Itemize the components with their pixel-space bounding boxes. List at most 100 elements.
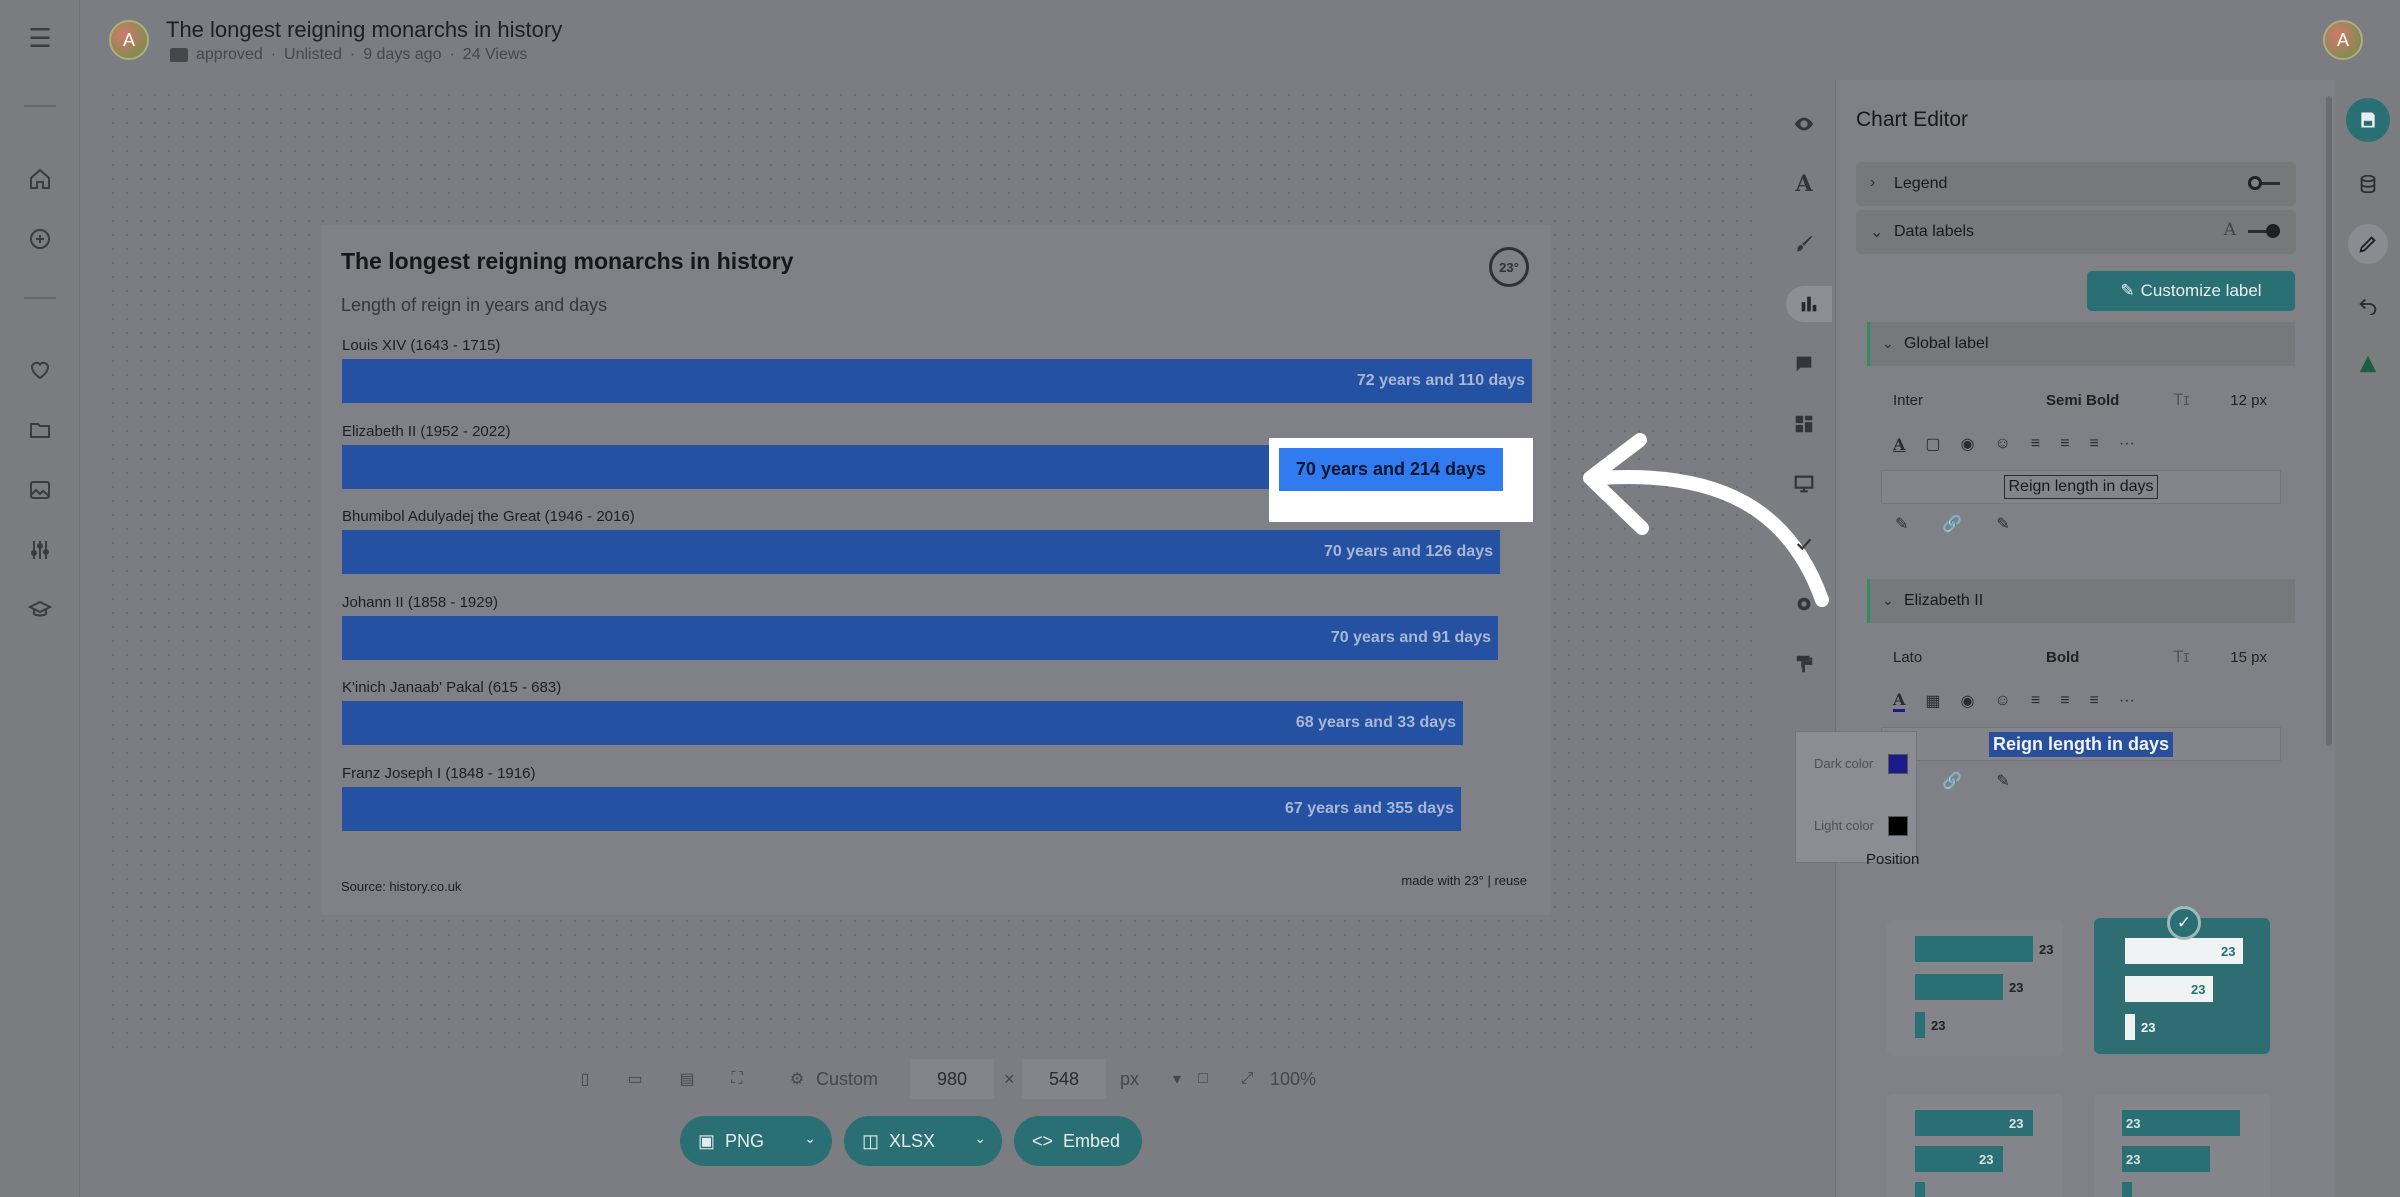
position-option-outside[interactable]: 23 23 23: [1887, 920, 2063, 1056]
align-center-icon[interactable]: ≡: [2060, 692, 2069, 710]
height-input[interactable]: 548: [1022, 1059, 1106, 1099]
more-icon[interactable]: ···: [2119, 435, 2135, 453]
emoji-icon[interactable]: ☺: [1995, 692, 2011, 710]
more-icon[interactable]: ···: [2119, 692, 2135, 710]
image-icon[interactable]: [22, 472, 58, 508]
sliders-icon[interactable]: [22, 532, 58, 568]
text-color-icon[interactable]: A: [1893, 690, 1906, 712]
bar-value-label[interactable]: 70 years and 91 days: [1331, 616, 1491, 660]
font-family-select[interactable]: Inter: [1893, 392, 1923, 409]
align-right-icon[interactable]: ≡: [2090, 692, 2099, 710]
eye-icon[interactable]: [1786, 106, 1822, 142]
heart-icon[interactable]: [22, 352, 58, 388]
font-size-input[interactable]: 15 px: [2230, 649, 2267, 666]
bar-value-label[interactable]: 67 years and 355 days: [1285, 787, 1454, 831]
bar[interactable]: 68 years and 33 days: [342, 701, 1463, 745]
align-right-icon[interactable]: ≡: [2090, 435, 2099, 453]
dark-color-swatch[interactable]: [1888, 754, 1908, 774]
bar-chart-icon[interactable]: [1786, 286, 1832, 322]
elizabeth-label-input[interactable]: Reign length in days: [1881, 727, 2281, 761]
edit-icon[interactable]: ✎: [1996, 514, 2009, 534]
gear-icon[interactable]: ⚙: [786, 1068, 808, 1090]
bar[interactable]: 70 years and 126 days: [342, 530, 1500, 574]
edit-icon[interactable]: ✎: [1996, 771, 2009, 791]
database-icon[interactable]: [2348, 164, 2388, 204]
chevron-down-icon[interactable]: ▾: [1166, 1068, 1188, 1090]
global-label-section[interactable]: ⌄ Global label: [1867, 322, 2295, 366]
bar[interactable]: 70 years and 91 days: [342, 615, 1498, 660]
font-size-input[interactable]: 12 px: [2230, 392, 2267, 409]
highlighted-data-label[interactable]: 70 years and 214 days: [1279, 448, 1503, 491]
user-avatar[interactable]: A: [2323, 20, 2363, 60]
legend-toggle[interactable]: [2248, 176, 2280, 190]
image-edit-icon[interactable]: ✎: [1895, 514, 1908, 534]
plus-circle-icon[interactable]: [22, 221, 58, 257]
position-option-inside-start[interactable]: 23 23: [2094, 1094, 2270, 1197]
chart-card[interactable]: The longest reigning monarchs in history…: [321, 225, 1551, 915]
bar[interactable]: 72 years and 110 days: [342, 359, 1532, 403]
author-avatar[interactable]: A: [109, 20, 149, 60]
preset-select[interactable]: Custom: [816, 1069, 878, 1090]
tablet-size-icon[interactable]: ▭: [624, 1068, 646, 1090]
outline-icon[interactable]: ◉: [1961, 691, 1975, 711]
link-icon[interactable]: 🔗: [1942, 771, 1962, 791]
bar-value-label[interactable]: 68 years and 33 days: [1296, 701, 1456, 745]
background-color-icon[interactable]: ▢: [1925, 434, 1940, 454]
zoom-level[interactable]: 100%: [1270, 1069, 1316, 1090]
align-left-icon[interactable]: ≡: [2031, 435, 2040, 453]
lock-ratio-icon[interactable]: □: [1192, 1068, 1214, 1090]
bar-value-label[interactable]: 72 years and 110 days: [1357, 359, 1525, 403]
export-xlsx-button[interactable]: ◫ XLSX ⌄: [844, 1116, 1002, 1166]
comment-icon[interactable]: [1786, 346, 1822, 382]
check-icon[interactable]: [1786, 526, 1822, 562]
font-family-select[interactable]: Lato: [1893, 649, 1922, 666]
text-color-icon[interactable]: A: [1893, 435, 1905, 454]
customize-label-button[interactable]: ✎ Customize label: [2087, 271, 2295, 311]
gear-icon[interactable]: [1786, 586, 1822, 622]
font-settings-icon[interactable]: A: [2224, 220, 2236, 240]
phone-size-icon[interactable]: ▯: [574, 1068, 596, 1090]
emoji-icon[interactable]: ☺: [1995, 435, 2011, 453]
label-token[interactable]: Reign length in days: [2003, 475, 2159, 499]
light-color-row[interactable]: Light color: [1796, 814, 1918, 838]
bar[interactable]: 67 years and 355 days: [342, 786, 1461, 831]
transparent-bg-icon[interactable]: ▦: [1925, 691, 1940, 711]
chevron-down-icon[interactable]: ⌄: [974, 1130, 986, 1147]
meta-folder[interactable]: approved: [196, 46, 263, 64]
layout-icon[interactable]: [1786, 406, 1822, 442]
global-label-input[interactable]: Reign length in days: [1881, 470, 2281, 504]
align-center-icon[interactable]: ≡: [2060, 435, 2069, 453]
light-color-swatch[interactable]: [1888, 816, 1908, 836]
brand-icon[interactable]: [2348, 344, 2388, 384]
typography-icon[interactable]: A: [1786, 166, 1822, 202]
chart-footer[interactable]: made with 23° | reuse: [1401, 873, 1527, 888]
outline-icon[interactable]: ◉: [1961, 434, 1975, 454]
export-png-button[interactable]: ▣ PNG ⌄: [680, 1116, 832, 1166]
link-icon[interactable]: 🔗: [1942, 514, 1962, 534]
graduation-icon[interactable]: [22, 592, 58, 628]
font-weight-select[interactable]: Semi Bold: [2046, 392, 2119, 409]
fullscreen-icon[interactable]: ⛶: [726, 1068, 748, 1090]
save-icon[interactable]: [2346, 98, 2390, 142]
legend-section[interactable]: › Legend: [1856, 162, 2296, 206]
panel-scrollbar[interactable]: [2326, 96, 2332, 746]
home-icon[interactable]: [22, 161, 58, 197]
dark-color-row[interactable]: Dark color: [1796, 752, 1918, 776]
resize-icon[interactable]: ⤢: [1236, 1068, 1258, 1090]
width-input[interactable]: 980: [910, 1059, 994, 1099]
data-labels-toggle[interactable]: [2248, 224, 2280, 238]
folder-icon[interactable]: [22, 412, 58, 448]
align-left-icon[interactable]: ≡: [2031, 692, 2040, 710]
chevron-down-icon[interactable]: ⌄: [804, 1130, 816, 1147]
paint-roller-icon[interactable]: [1786, 646, 1822, 682]
embed-button[interactable]: <> Embed: [1014, 1116, 1142, 1166]
laptop-size-icon[interactable]: ▤: [676, 1068, 698, 1090]
menu-icon[interactable]: ☰: [22, 20, 58, 56]
position-option-center[interactable]: 23 23: [1887, 1094, 2063, 1197]
undo-icon[interactable]: [2348, 284, 2388, 324]
font-weight-select[interactable]: Bold: [2046, 649, 2079, 666]
elizabeth-label-section[interactable]: ⌄ Elizabeth II: [1867, 579, 2295, 623]
data-labels-section[interactable]: ⌄ Data labels A: [1856, 210, 2296, 254]
pencil-icon[interactable]: [2348, 224, 2388, 264]
unit-select[interactable]: px: [1120, 1069, 1139, 1090]
